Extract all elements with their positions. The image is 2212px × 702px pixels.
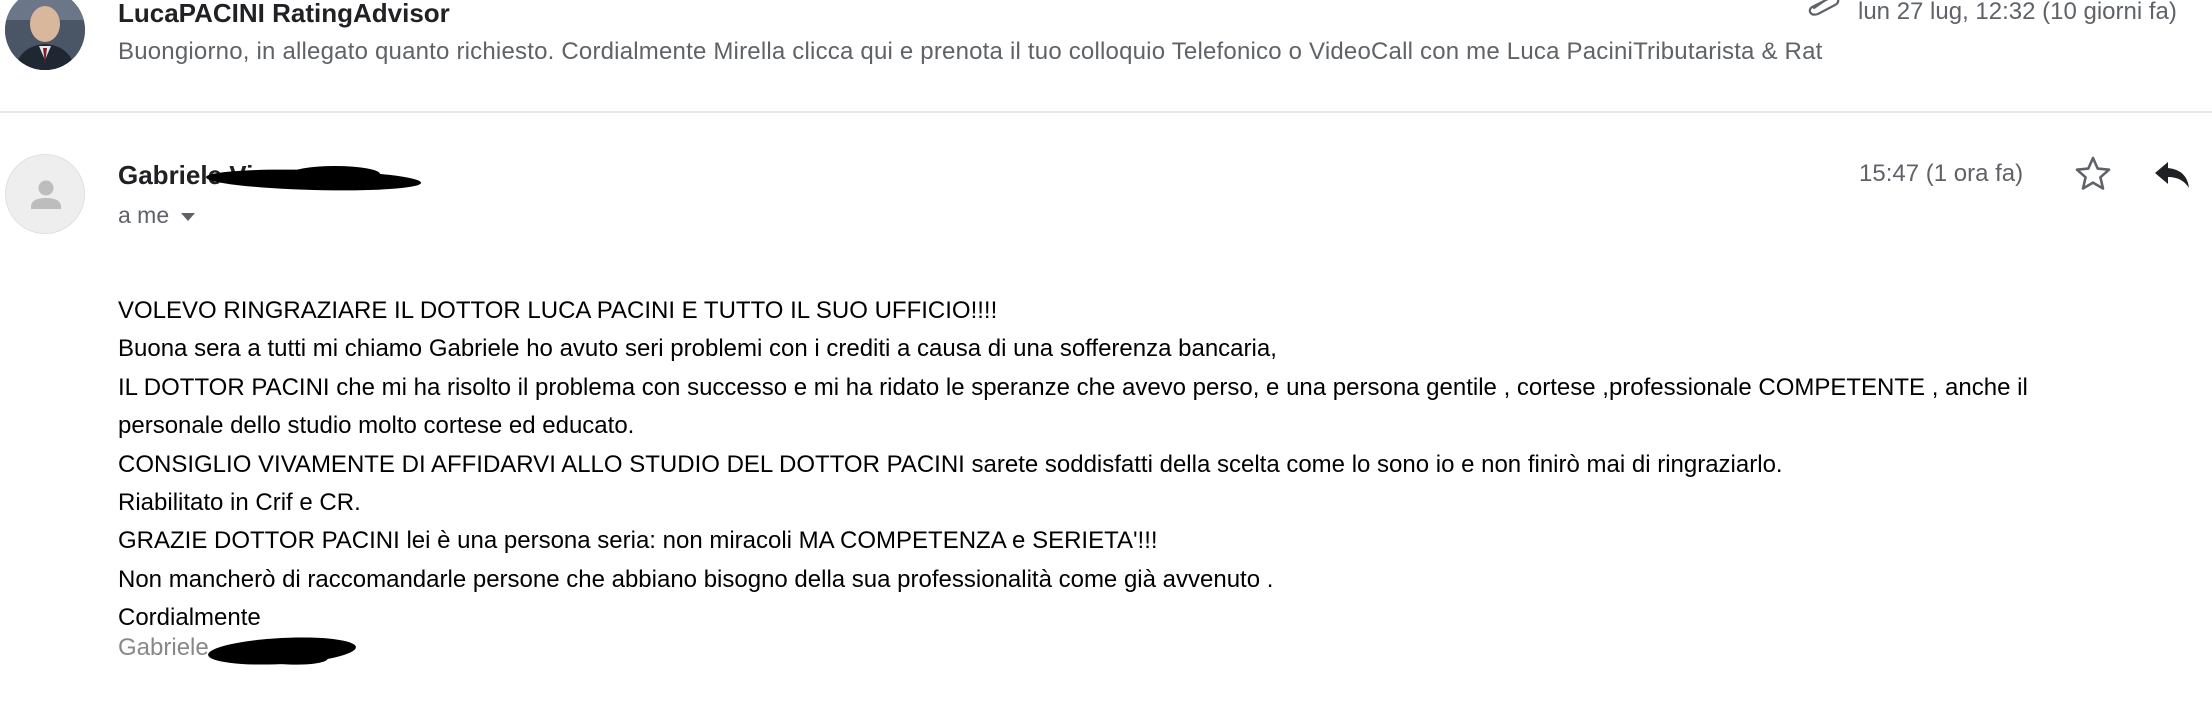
body-line: Buona sera a tutti mi chiamo Gabriele ho… bbox=[118, 335, 1277, 363]
body-line: personale dello studio molto cortese ed … bbox=[118, 412, 635, 440]
redaction-mark bbox=[290, 166, 380, 182]
sender-avatar bbox=[5, 154, 85, 234]
person-icon bbox=[31, 180, 61, 209]
collapsed-snippet: Buongiorno, in allegato quanto richiesto… bbox=[118, 38, 1823, 65]
body-line: GRAZIE DOTTOR PACINI lei è una persona s… bbox=[118, 527, 1158, 555]
paperclip-icon bbox=[1808, 0, 1840, 16]
gmail-thread-view: LucaPACINI RatingAdvisor lun 27 lug, 12:… bbox=[0, 0, 2212, 702]
message-time: 15:47 (1 ora fa) bbox=[1859, 160, 2024, 187]
sender-avatar-photo bbox=[5, 0, 85, 70]
chevron-down-icon[interactable] bbox=[181, 212, 196, 221]
recipient-label: a me bbox=[118, 202, 170, 228]
body-line: Non mancherò di raccomandarle persone ch… bbox=[118, 565, 1274, 593]
collapsed-message[interactable]: LucaPACINI RatingAdvisor lun 27 lug, 12:… bbox=[0, 0, 2212, 113]
message-divider bbox=[0, 111, 2212, 113]
recipient-details[interactable]: a me bbox=[118, 202, 196, 229]
body-line: IL DOTTOR PACINI che mi ha risolto il pr… bbox=[118, 373, 2028, 401]
reply-icon[interactable] bbox=[2152, 156, 2192, 192]
star-icon[interactable] bbox=[2073, 154, 2113, 194]
collapsed-date: lun 27 lug, 12:32 (10 giorni fa) bbox=[1858, 0, 2177, 25]
body-line: Riabilitato in Crif e CR. bbox=[118, 489, 361, 517]
collapsed-sender-name: LucaPACINI RatingAdvisor bbox=[118, 0, 450, 28]
body-line: CONSIGLIO VIVAMENTE DI AFFIDARVI ALLO ST… bbox=[118, 450, 1783, 478]
body-line: Cordialmente bbox=[118, 604, 261, 632]
message-body: VOLEVO RINGRAZIARE IL DOTTOR LUCA PACINI… bbox=[118, 292, 2208, 638]
body-line: VOLEVO RINGRAZIARE IL DOTTOR LUCA PACINI… bbox=[118, 297, 998, 324]
signature: Gabriele bbox=[118, 634, 209, 661]
